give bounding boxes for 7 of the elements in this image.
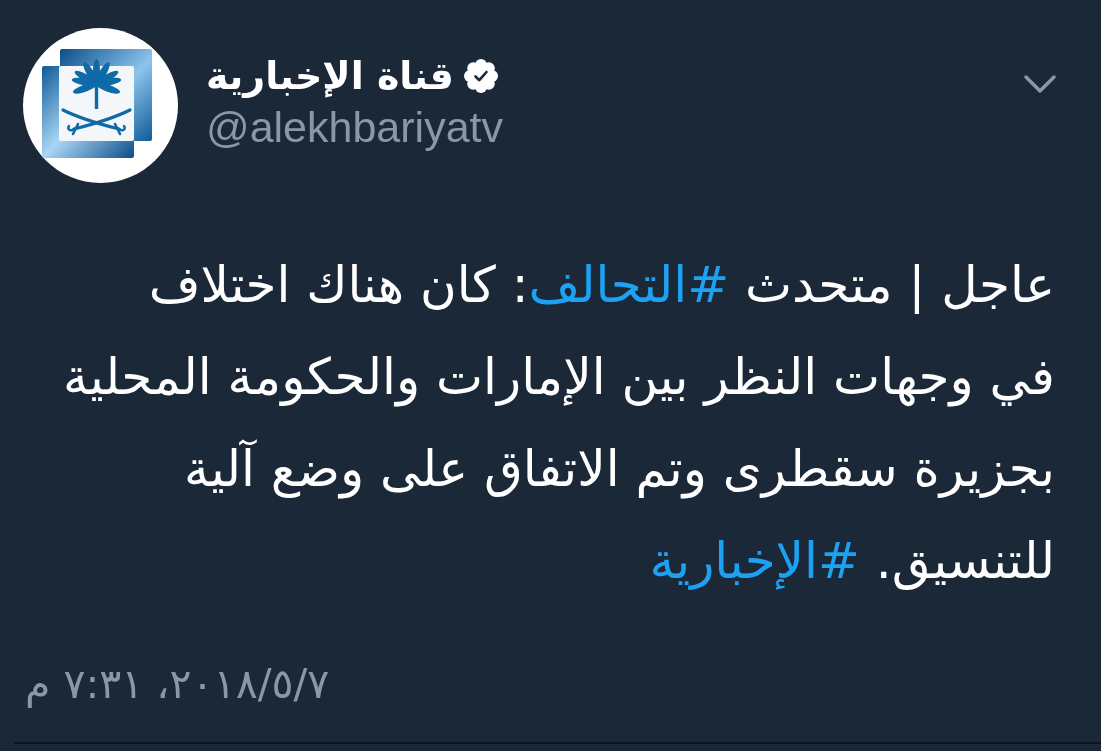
- hashtag-link[interactable]: #التحالف: [528, 256, 730, 314]
- author-name[interactable]: قناة الإخبارية: [206, 50, 454, 102]
- tweet-timestamp[interactable]: ٢٠١٨/٥/٧، ٧:٣١ م: [25, 659, 330, 709]
- hashtag-link[interactable]: #الإخبارية: [649, 532, 860, 590]
- author-handle[interactable]: @alekhbariyatv: [206, 102, 503, 152]
- chevron-down-icon[interactable]: [1023, 74, 1057, 94]
- tweet-text: عاجل | متحدث #التحالف: كان هناك اختلاف في وجهات النظر بين الإمارات والحكومة المحلية بجزيرة سقطرى وتم الاتفاق على وضع آلية للتنسيق. #الإخبارية: [61, 255, 1056, 592]
